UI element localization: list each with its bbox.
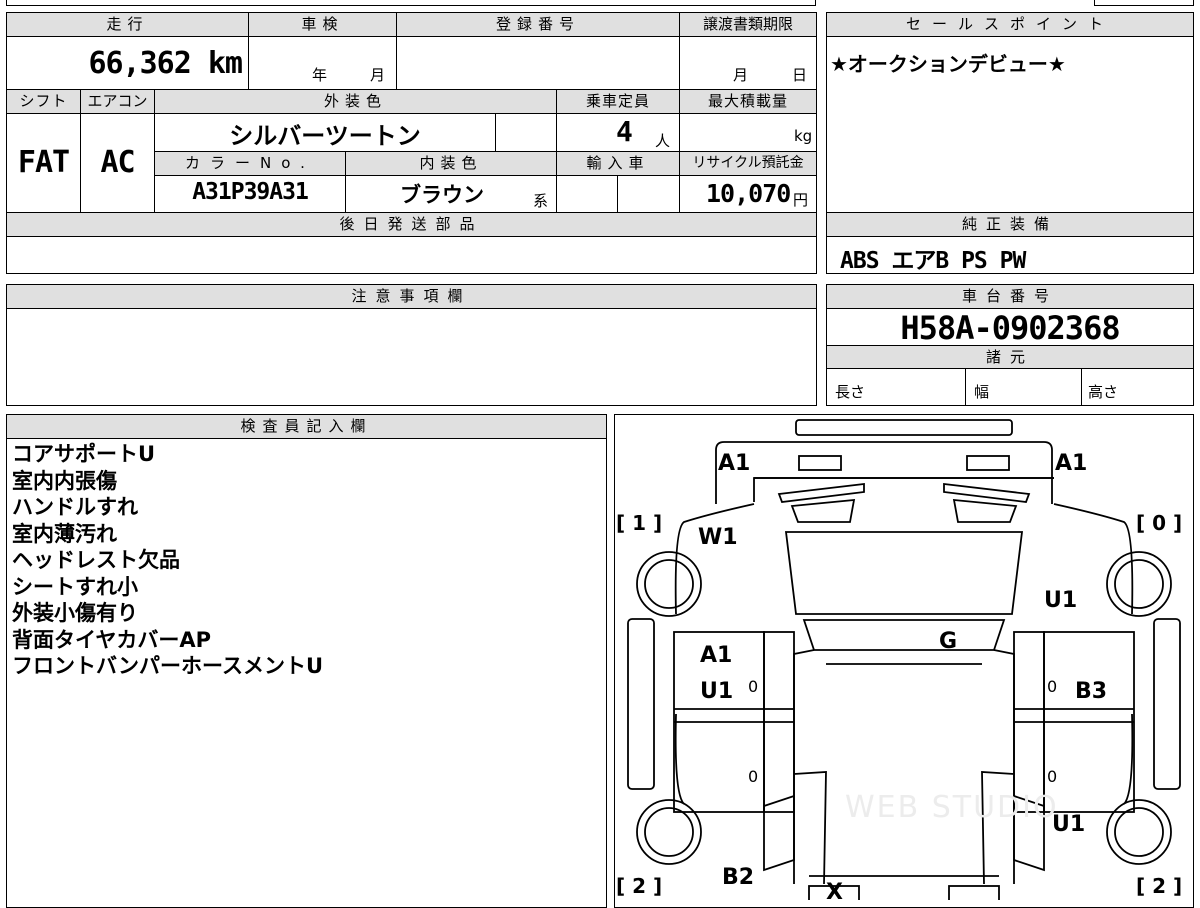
max-load-header: 最大積載量 xyxy=(679,89,817,114)
transfer-deadline-header: 譲渡書類期限 xyxy=(679,12,817,37)
mark-front-door-right: B3 xyxy=(1075,679,1108,704)
aircon-header: エアコン xyxy=(80,89,155,114)
color-no-value: A31P39A31 xyxy=(192,179,309,205)
shift-header: シフト xyxy=(6,89,81,114)
capacity-value: 4 xyxy=(616,115,633,148)
import-cell-1 xyxy=(556,175,618,213)
import-cell-2 xyxy=(617,175,680,213)
note-line: 室内内張傷 xyxy=(12,468,117,493)
notes-header: 注意事項欄 xyxy=(6,284,817,309)
mileage-value: 66,362 km xyxy=(88,46,243,81)
chassis-header: 車台番号 xyxy=(826,284,1194,309)
equipment-header: 純正装備 xyxy=(826,212,1194,237)
note-line: ハンドルすれ xyxy=(12,495,138,519)
zero-right-top: 0 xyxy=(1047,677,1058,696)
note-line: ヘッドレスト欠品 xyxy=(12,548,180,572)
interior-color-header: 内装色 xyxy=(345,151,557,176)
note-line: シートすれ小 xyxy=(12,574,138,599)
shift-value: FAT xyxy=(17,145,70,180)
aircon-value: AC xyxy=(100,145,135,180)
mark-rear-left: B2 xyxy=(722,865,755,890)
mark-front-left: A1 xyxy=(718,451,751,476)
interior-color-value: ブラウン xyxy=(400,183,484,207)
note-line: フロントバンパーホースメントU xyxy=(12,654,324,678)
import-header: 輸入車 xyxy=(556,151,680,176)
note-line: コアサポートU xyxy=(12,442,156,466)
later-parts-cell xyxy=(6,236,817,274)
max-load-unit: kg xyxy=(794,127,813,145)
specs-height-label: 高さ xyxy=(1088,383,1119,401)
sales-point-header: セールスポイント xyxy=(826,12,1194,37)
exterior-color-header: 外装色 xyxy=(154,89,557,114)
recycle-fee-header: リサイクル預託金 xyxy=(679,151,817,176)
exterior-color-value: シルバーツートン xyxy=(229,122,421,150)
capacity-unit: 人 xyxy=(655,132,671,150)
recycle-fee-unit: 円 xyxy=(793,191,809,209)
deadline-day-unit: 日 xyxy=(792,66,808,84)
mark-front-door-left-2: U1 xyxy=(700,679,734,704)
specs-header: 諸元 xyxy=(826,345,1194,369)
zero-right-bottom: 0 xyxy=(1047,767,1058,786)
capacity-header: 乗車定員 xyxy=(556,89,680,114)
interior-color-suffix: 系 xyxy=(533,192,549,210)
zero-left-bottom: 0 xyxy=(748,767,759,786)
specs-width-label: 幅 xyxy=(974,383,990,401)
inspector-notes-header: 検査員記入欄 xyxy=(6,414,607,439)
mark-rear-center: X xyxy=(826,880,843,905)
top-strip xyxy=(6,0,816,6)
recycle-fee-value: 10,070 xyxy=(706,179,791,208)
mileage-header: 走行 xyxy=(6,12,249,37)
mark-fender-right: U1 xyxy=(1044,588,1078,613)
equipment-value: ABS エアB PS PW xyxy=(840,248,1026,274)
registration-header: 登録番号 xyxy=(396,12,680,37)
bracket-rear-right: [ 2 ] xyxy=(1136,874,1183,898)
inspector-notes-list: コアサポートU 室内内張傷 ハンドルすれ 室内薄汚れ ヘッドレスト欠品 シートす… xyxy=(12,441,323,680)
mark-front-right: A1 xyxy=(1055,451,1088,476)
note-line: 室内薄汚れ xyxy=(12,521,117,546)
later-parts-header: 後日発送部品 xyxy=(6,212,817,237)
watermark: WEB STUDIO xyxy=(845,790,1059,825)
color-no-header: カラーNo. xyxy=(154,151,346,176)
registration-cell xyxy=(396,36,680,90)
mark-roof: G xyxy=(939,629,958,654)
note-line: 背面タイヤカバーAP xyxy=(12,627,212,652)
exterior-color-extra-cell xyxy=(495,113,557,152)
bracket-front-right: [ 0 ] xyxy=(1136,511,1183,535)
inspection-month-unit: 月 xyxy=(370,66,386,84)
bracket-front-left: [ 1 ] xyxy=(616,511,663,535)
mark-fender-left: W1 xyxy=(698,525,738,550)
note-line: 外装小傷有り xyxy=(12,601,138,625)
top-strip-right xyxy=(1094,0,1194,6)
chassis-value: H58A-0902368 xyxy=(900,309,1120,347)
mark-front-door-left-1: A1 xyxy=(700,643,733,668)
notes-cell xyxy=(6,308,817,406)
inspection-year-unit: 年 xyxy=(312,66,328,84)
bracket-rear-left: [ 2 ] xyxy=(616,874,663,898)
sales-point-value: ★オークションデビュー★ xyxy=(830,52,1066,76)
inspection-header: 車検 xyxy=(248,12,397,37)
zero-left-top: 0 xyxy=(748,677,759,696)
specs-length-label: 長さ xyxy=(835,383,866,401)
deadline-month-unit: 月 xyxy=(733,66,749,84)
